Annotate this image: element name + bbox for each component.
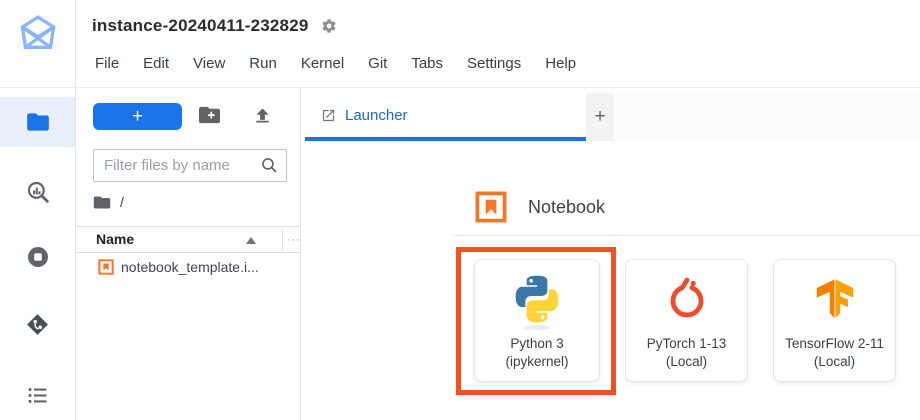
breadcrumb: / bbox=[93, 191, 124, 213]
new-tab-button[interactable]: + bbox=[586, 93, 614, 141]
section-divider bbox=[453, 235, 920, 236]
running-kernels-icon bbox=[25, 244, 51, 270]
card-subtitle: (ipykernel) bbox=[505, 353, 568, 371]
file-browser-divider bbox=[300, 88, 301, 420]
menu-settings[interactable]: Settings bbox=[455, 52, 533, 76]
top-bar: instance-20240411-232829 File Edit View … bbox=[0, 0, 920, 88]
sidebar-item-running-kernels[interactable] bbox=[0, 232, 75, 282]
launcher-card-pytorch[interactable]: PyTorch 1-13 (Local) bbox=[625, 259, 748, 382]
activity-bar bbox=[0, 88, 75, 420]
page-title: instance-20240411-232829 bbox=[92, 14, 309, 38]
activity-bar-divider bbox=[75, 0, 76, 420]
menu-git[interactable]: Git bbox=[356, 52, 399, 76]
sort-ascending-icon bbox=[246, 237, 256, 244]
sidebar-item-usage-monitor[interactable] bbox=[0, 167, 75, 217]
card-subtitle: (Local) bbox=[647, 353, 727, 371]
launcher-section-title: Notebook bbox=[528, 197, 605, 218]
file-row[interactable]: notebook_template.i... bbox=[76, 254, 300, 280]
upload-button[interactable] bbox=[252, 105, 273, 129]
card-title: Python 3 bbox=[505, 335, 568, 353]
sidebar-item-git[interactable] bbox=[0, 299, 75, 349]
breadcrumb-root[interactable]: / bbox=[120, 194, 124, 210]
new-folder-button[interactable] bbox=[198, 105, 221, 128]
pytorch-logo-icon bbox=[663, 275, 711, 323]
new-launcher-button[interactable]: + bbox=[93, 103, 182, 130]
sidebar-item-file-browser[interactable] bbox=[0, 97, 75, 147]
notebook-icon bbox=[475, 191, 507, 223]
folder-icon bbox=[25, 109, 51, 135]
menu-file[interactable]: File bbox=[83, 52, 131, 76]
sidebar-item-table-of-contents[interactable] bbox=[0, 370, 75, 420]
card-title: TensorFlow 2-11 bbox=[785, 335, 884, 353]
git-icon bbox=[25, 312, 50, 337]
launcher-card-tensorflow[interactable]: TensorFlow 2-11 (Local) bbox=[773, 259, 896, 382]
launcher-section-header: Notebook bbox=[475, 191, 605, 223]
jupyterlab-window: instance-20240411-232829 File Edit View … bbox=[0, 0, 920, 420]
workbench-logo bbox=[15, 14, 61, 64]
card-subtitle: (Local) bbox=[785, 353, 884, 371]
file-name: notebook_template.i... bbox=[121, 259, 259, 275]
menu-run[interactable]: Run bbox=[237, 52, 289, 76]
tensorflow-logo-icon bbox=[812, 276, 858, 322]
menu-edit[interactable]: Edit bbox=[131, 52, 181, 76]
table-of-contents-icon bbox=[25, 383, 50, 408]
gear-icon[interactable] bbox=[321, 18, 337, 34]
main-area: Launcher + Notebook Python 3 (ipy bbox=[301, 88, 920, 420]
tab-launcher[interactable]: Launcher bbox=[305, 93, 586, 141]
column-header-name[interactable]: Name bbox=[96, 231, 134, 247]
column-divider bbox=[282, 230, 283, 250]
folder-icon[interactable] bbox=[93, 195, 111, 210]
tab-bar: Launcher + bbox=[301, 93, 920, 141]
menu-tabs[interactable]: Tabs bbox=[399, 52, 455, 76]
column-overflow: ⋯ bbox=[287, 232, 300, 248]
notebook-file-icon bbox=[98, 259, 114, 275]
menu-view[interactable]: View bbox=[181, 52, 237, 76]
python-logo-icon bbox=[509, 271, 565, 327]
workbench-logo-icon bbox=[15, 14, 61, 64]
menu-help[interactable]: Help bbox=[533, 52, 588, 76]
logo-shadow bbox=[524, 325, 550, 330]
menu-bar: File Edit View Run Kernel Git Tabs Setti… bbox=[83, 52, 588, 76]
card-title: PyTorch 1-13 bbox=[647, 335, 727, 353]
usage-monitor-icon bbox=[25, 179, 51, 205]
new-folder-icon bbox=[198, 105, 221, 125]
file-list-header[interactable]: Name ⋯ bbox=[76, 226, 300, 253]
file-browser-panel: + / Name bbox=[76, 88, 300, 420]
tab-label: Launcher bbox=[345, 107, 408, 124]
launcher-card-python3[interactable]: Python 3 (ipykernel) bbox=[474, 259, 600, 382]
launcher-icon bbox=[321, 108, 336, 123]
menu-kernel[interactable]: Kernel bbox=[289, 52, 356, 76]
upload-icon bbox=[252, 105, 273, 126]
filter-files-input[interactable] bbox=[93, 149, 287, 182]
search-icon bbox=[260, 156, 279, 175]
